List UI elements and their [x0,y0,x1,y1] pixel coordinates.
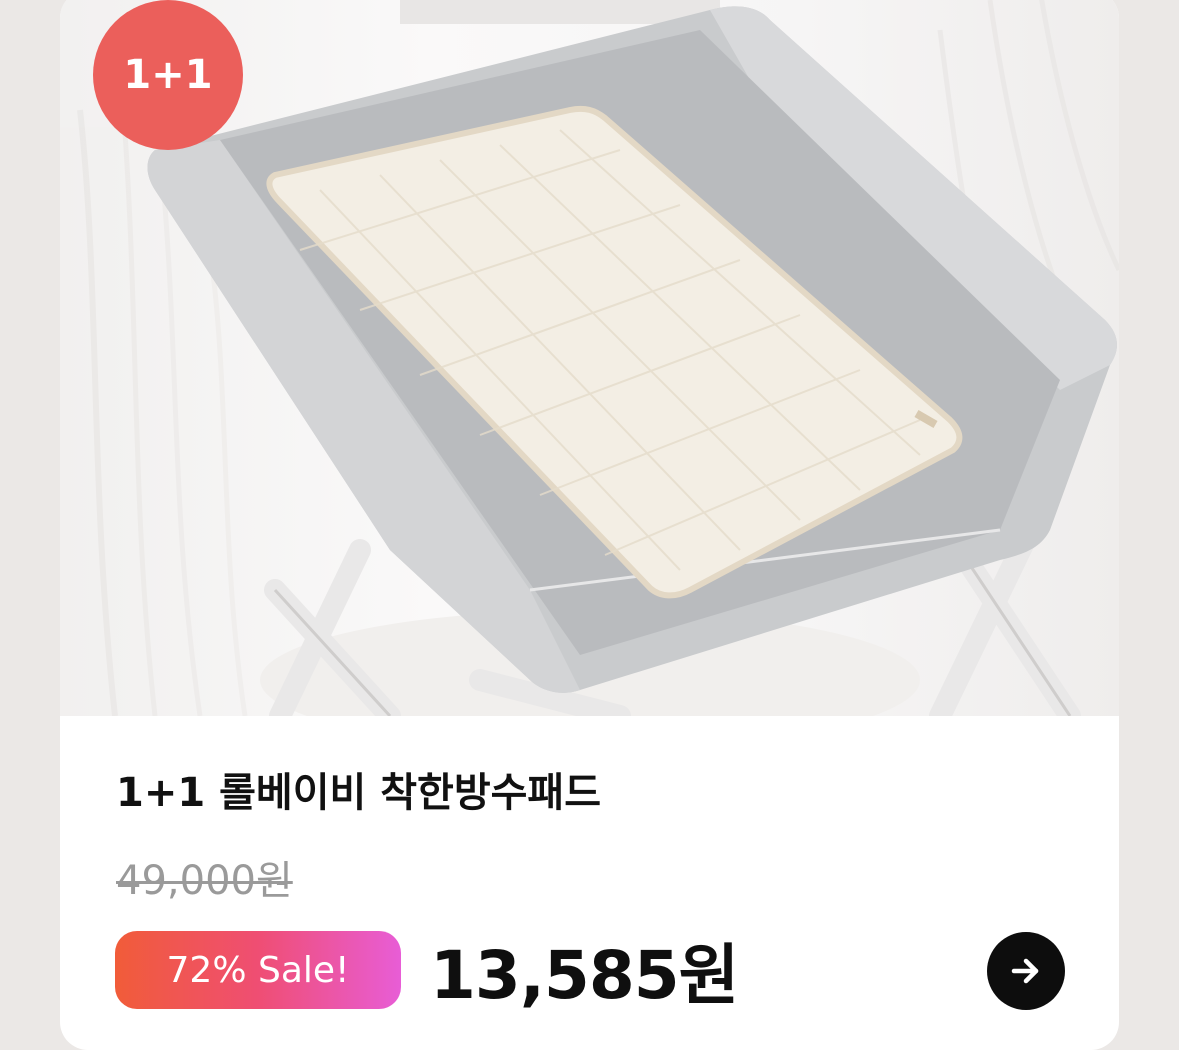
product-title[interactable]: 1+1 롤베이비 착한방수패드 [116,760,601,818]
original-price: 49,000원 [116,858,293,904]
arrow-right-icon [1011,958,1039,984]
sale-price: 13,585원 [430,937,739,1014]
product-image[interactable]: 1+1 [60,0,1119,716]
discount-badge: 72% Sale! [115,931,401,1009]
view-product-button[interactable] [987,932,1065,1010]
promo-badge-label: 1+1 [123,52,213,98]
discount-badge-label: 72% Sale! [166,949,350,991]
promo-badge-1plus1: 1+1 [93,0,243,150]
product-card[interactable]: 1+1 1+1 롤베이비 착한방수패드 49,000원 72% Sale! 13… [60,0,1119,1050]
